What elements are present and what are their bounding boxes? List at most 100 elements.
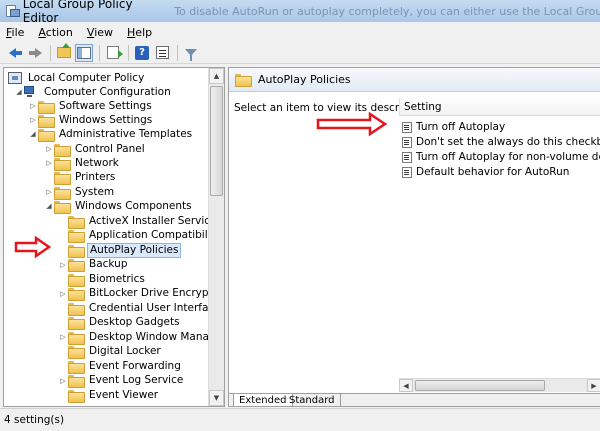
tree-item[interactable]: Credential User Interface [58, 301, 223, 316]
expand-icon[interactable]: ▷ [58, 330, 68, 344]
expand-icon[interactable]: ▷ [44, 156, 54, 170]
scroll-right-button[interactable]: ▶ [587, 379, 600, 392]
tree-printers[interactable]: Printers [44, 170, 117, 185]
annotation-arrow-icon [14, 236, 52, 258]
folder-icon [54, 200, 71, 214]
setting-row[interactable]: Default behavior for AutoRun [402, 165, 569, 179]
expand-icon[interactable] [58, 359, 68, 373]
group-policy-editor-window: Local Group Policy Editor To disable Aut… [0, 0, 600, 431]
menu-help[interactable]: Help [127, 26, 152, 39]
expand-icon[interactable]: ▷ [28, 99, 38, 113]
tree-item[interactable]: ▷ Backup [58, 258, 130, 272]
tree-software-settings[interactable]: ▷ Software Settings [28, 99, 154, 114]
setting-row[interactable]: Turn off Autoplay [402, 120, 505, 134]
forward-arrow-icon[interactable] [26, 44, 44, 62]
tree-vertical-scrollbar[interactable]: ▲ ▼ [208, 68, 224, 406]
menu-view[interactable]: View [87, 26, 113, 39]
tree-item-label: Desktop Window Manager [89, 330, 225, 343]
toolbar-separator [99, 44, 100, 61]
folder-icon [68, 215, 85, 229]
show-hide-tree-icon[interactable] [75, 43, 93, 62]
tree-windows-components[interactable]: ◢ Windows Components [44, 199, 194, 214]
policy-setting-icon [402, 121, 412, 133]
menu-file[interactable]: File [6, 26, 24, 39]
folder-icon [54, 157, 71, 171]
setting-row[interactable]: Turn off Autoplay for non-volume devices [402, 150, 600, 164]
tree-item[interactable]: ActiveX Installer Service [58, 214, 219, 229]
scroll-down-button[interactable]: ▼ [209, 390, 224, 406]
tree-item[interactable]: Digital Locker [58, 345, 163, 359]
tree-item[interactable]: Event Viewer [58, 388, 160, 403]
collapse-icon[interactable]: ◢ [14, 85, 24, 99]
scroll-thumb[interactable] [210, 86, 223, 196]
main-area: Local Computer Policy ◢ Computer Configu… [0, 65, 600, 408]
details-title: AutoPlay Policies [258, 73, 351, 86]
setting-row[interactable]: Don't set the always do this checkbox [402, 135, 600, 149]
filter-icon[interactable] [182, 44, 200, 62]
tree-system[interactable]: ▷ System [44, 185, 116, 200]
folder-icon [68, 273, 85, 287]
setting-label: Turn off Autoplay for non-volume devices [416, 151, 600, 163]
tree-network[interactable]: ▷ Network [44, 156, 121, 171]
title-bar: Local Group Policy Editor To disable Aut… [0, 0, 600, 25]
back-arrow-icon[interactable] [6, 44, 24, 62]
export-list-icon[interactable] [104, 44, 123, 62]
folder-icon [54, 143, 71, 157]
folder-icon [68, 389, 85, 403]
expand-icon[interactable]: ▷ [58, 258, 68, 272]
tree-item-label: BitLocker Drive Encryption [89, 287, 225, 299]
folder-icon [68, 346, 85, 359]
status-bar: 4 setting(s) [0, 408, 600, 431]
expand-icon[interactable] [58, 345, 68, 359]
collapse-icon[interactable]: ◢ [44, 199, 54, 213]
folder-icon [38, 100, 55, 114]
collapse-icon[interactable]: ◢ [28, 127, 38, 141]
toolbar-separator [128, 44, 129, 61]
policy-editor-icon [6, 4, 20, 18]
up-folder-icon[interactable] [55, 43, 73, 62]
expand-icon[interactable]: ▷ [28, 113, 38, 127]
folder-icon [68, 375, 85, 388]
tree-item[interactable]: ▷ Event Log Service [58, 374, 185, 388]
tree-item[interactable]: Event Forwarding [58, 359, 183, 374]
tree-item[interactable]: Desktop Gadgets [58, 316, 182, 330]
expand-icon[interactable] [58, 229, 68, 243]
expand-icon[interactable] [58, 243, 68, 257]
computer-icon [24, 86, 38, 98]
help-icon[interactable]: ? [133, 44, 151, 62]
folder-icon [68, 244, 85, 258]
scroll-left-button[interactable]: ◀ [399, 379, 413, 392]
tree-item[interactable]: AutoPlay Policies [58, 242, 182, 258]
folder-icon [38, 114, 55, 128]
expand-icon[interactable]: ▷ [44, 142, 54, 156]
expand-icon[interactable] [58, 388, 68, 402]
tab-standard[interactable]: Standard [284, 394, 341, 406]
tree-administrative-templates[interactable]: ◢ Administrative Templates [28, 127, 194, 142]
expand-icon[interactable]: ▷ [58, 374, 68, 388]
settings-list[interactable]: Setting Turn off Autoplay Don't set the a… [399, 98, 600, 378]
tree-computer-configuration[interactable]: ◢ Computer Configuration [14, 85, 173, 99]
tree-item[interactable]: ▷ Desktop Window Manager [58, 330, 225, 345]
tree-item-label: Event Log Service [89, 374, 184, 386]
tree-control-panel[interactable]: ▷ Control Panel [44, 142, 147, 157]
expand-icon[interactable] [58, 272, 68, 286]
folder-icon [68, 331, 85, 345]
list-horizontal-scrollbar[interactable]: ◀ ▶ [399, 378, 600, 392]
tree-item[interactable]: Biometrics [58, 272, 147, 287]
menu-action[interactable]: Action [38, 26, 72, 39]
tree-windows-settings[interactable]: ▷ Windows Settings [28, 113, 154, 128]
folder-icon [68, 259, 85, 272]
tree-root[interactable]: Local Computer Policy [8, 71, 146, 85]
column-header-setting[interactable]: Setting [399, 98, 600, 116]
scroll-up-button[interactable]: ▲ [209, 68, 224, 84]
expand-icon[interactable]: ▷ [58, 287, 68, 301]
tree-item[interactable]: ▷ BitLocker Drive Encryption [58, 287, 225, 301]
expand-icon[interactable] [58, 316, 68, 330]
expand-icon[interactable]: ▷ [44, 185, 54, 199]
properties-icon[interactable] [153, 44, 171, 62]
expand-icon[interactable] [58, 214, 68, 228]
tree-item[interactable]: Application Compatibility [58, 229, 223, 243]
expand-icon[interactable] [58, 301, 68, 315]
details-header: AutoPlay Policies [229, 68, 600, 92]
scroll-thumb[interactable] [415, 380, 545, 391]
